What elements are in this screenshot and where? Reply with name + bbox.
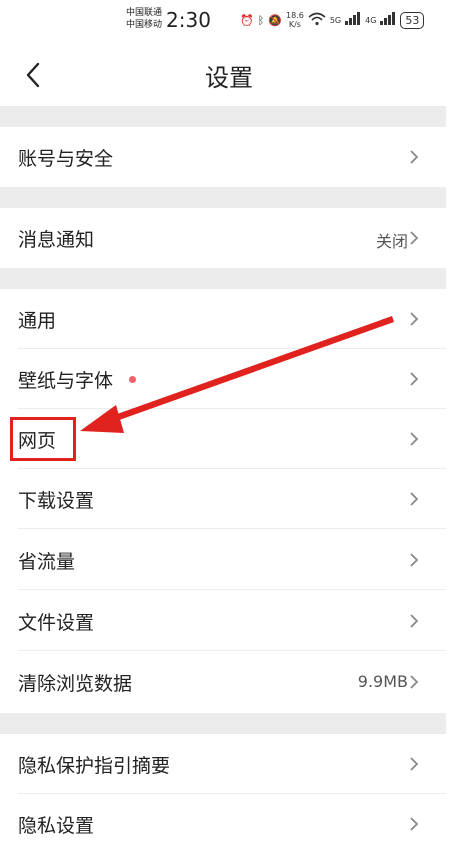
annotation-arrow: [80, 316, 394, 433]
